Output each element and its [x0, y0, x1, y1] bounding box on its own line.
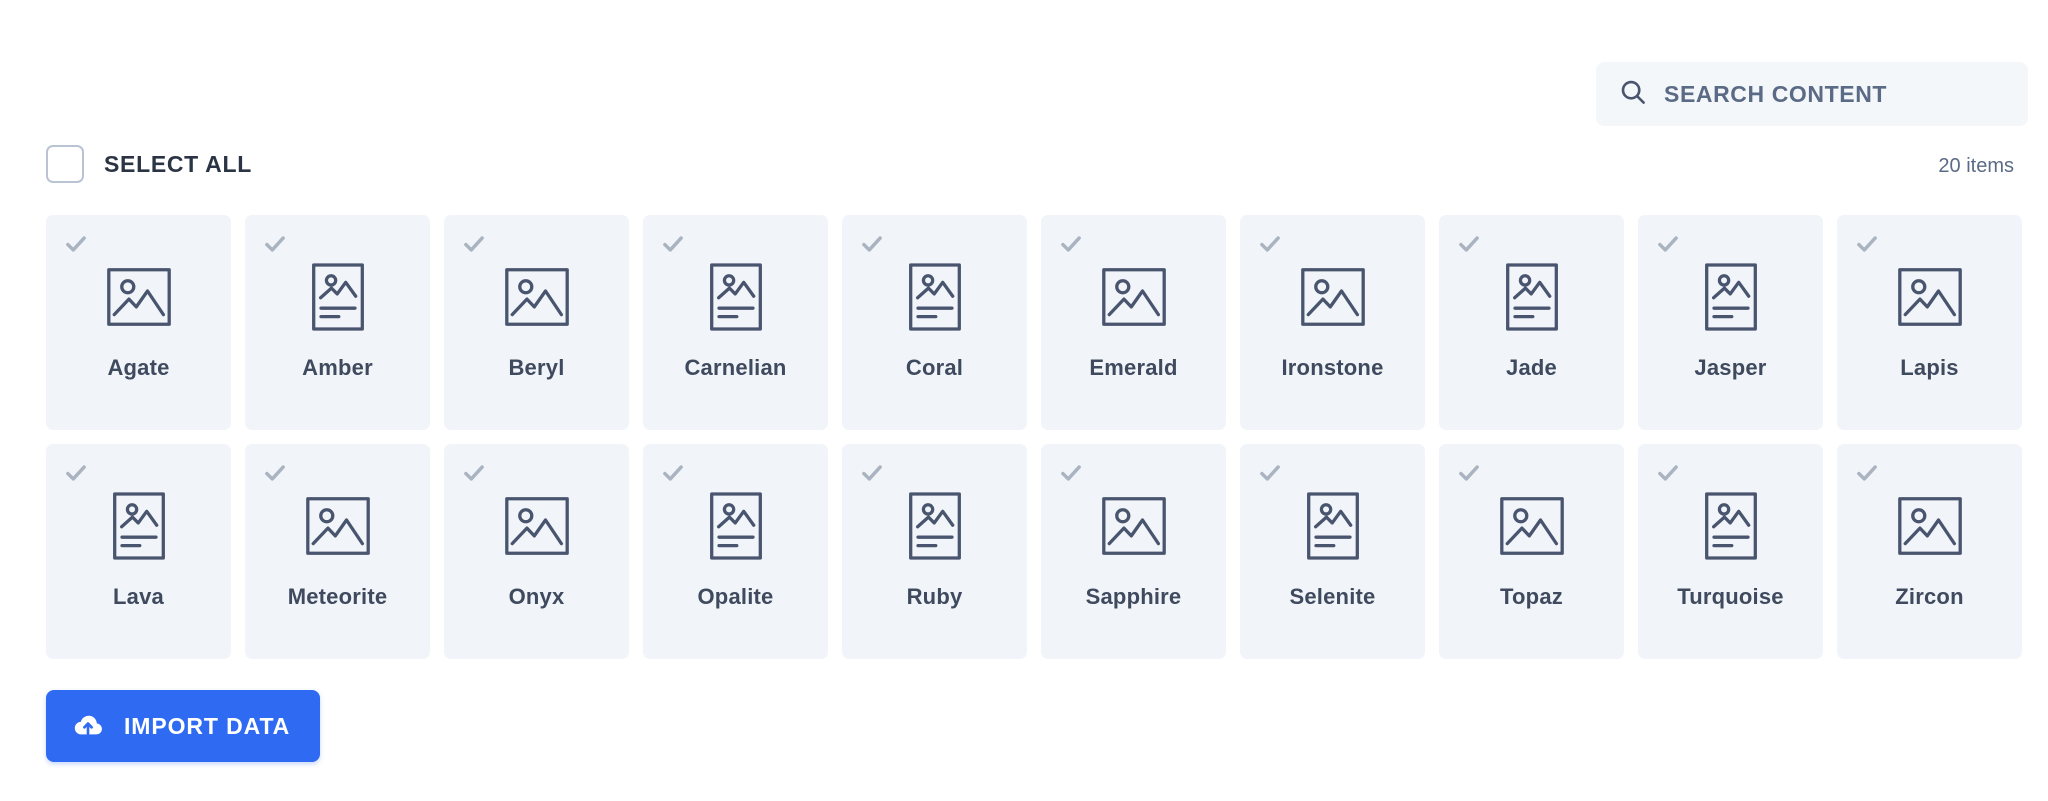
content-card-label: Meteorite [287, 584, 388, 609]
content-card-label: Turquoise [1677, 584, 1784, 609]
check-icon[interactable] [63, 460, 89, 486]
image-icon [1894, 486, 1966, 566]
check-icon[interactable] [1456, 460, 1482, 486]
content-card-label: Topaz [1500, 584, 1563, 609]
content-card[interactable]: Jasper [1638, 215, 1823, 430]
image-icon [1098, 486, 1170, 566]
content-card-label: Lava [113, 584, 164, 609]
article-icon [1297, 486, 1369, 566]
content-card-label: Amber [302, 355, 373, 380]
content-card-label: Lapis [1900, 355, 1959, 380]
content-card-label: Opalite [697, 584, 774, 609]
content-card-label: Ironstone [1281, 355, 1384, 380]
article-icon [1496, 257, 1568, 337]
content-card-label: Agate [107, 355, 170, 380]
check-icon[interactable] [1854, 460, 1880, 486]
content-card[interactable]: Opalite [643, 444, 828, 659]
content-card[interactable]: Selenite [1240, 444, 1425, 659]
check-icon[interactable] [461, 460, 487, 486]
article-icon [899, 257, 971, 337]
check-icon[interactable] [859, 460, 885, 486]
check-icon[interactable] [1257, 231, 1283, 257]
content-card[interactable]: Meteorite [245, 444, 430, 659]
content-card-label: Ruby [906, 584, 963, 609]
check-icon[interactable] [1854, 231, 1880, 257]
check-icon[interactable] [63, 231, 89, 257]
article-icon [103, 486, 175, 566]
content-card-label: Coral [905, 355, 964, 380]
content-card[interactable]: Amber [245, 215, 430, 430]
content-card-label: Jade [1506, 355, 1557, 380]
image-icon [1297, 257, 1369, 337]
content-card-label: Carnelian [684, 355, 787, 380]
content-picker-page: SEARCH CONTENT SELECT ALL 20 items Agate… [0, 0, 2048, 801]
check-icon[interactable] [1456, 231, 1482, 257]
article-icon [700, 257, 772, 337]
article-icon [302, 257, 374, 337]
content-card[interactable]: Onyx [444, 444, 629, 659]
select-all-control[interactable]: SELECT ALL [46, 145, 252, 183]
content-card-label: Onyx [508, 584, 565, 609]
content-card[interactable]: Carnelian [643, 215, 828, 430]
check-icon[interactable] [660, 460, 686, 486]
image-icon [1098, 257, 1170, 337]
content-card-label: Zircon [1895, 584, 1964, 609]
search-icon [1618, 77, 1648, 112]
image-icon [501, 486, 573, 566]
content-card[interactable]: Lapis [1837, 215, 2022, 430]
check-icon[interactable] [1655, 460, 1681, 486]
check-icon[interactable] [1257, 460, 1283, 486]
article-icon [700, 486, 772, 566]
import-data-label: IMPORT DATA [124, 712, 291, 739]
import-data-button[interactable]: IMPORT DATA [46, 690, 321, 762]
check-icon[interactable] [461, 231, 487, 257]
content-card[interactable]: Coral [842, 215, 1027, 430]
select-all-checkbox[interactable] [46, 145, 84, 183]
content-card-label: Jasper [1694, 355, 1767, 380]
cloud-upload-icon [72, 710, 104, 742]
check-icon[interactable] [1058, 231, 1084, 257]
content-card-label: Emerald [1089, 355, 1178, 380]
article-icon [899, 486, 971, 566]
search-box[interactable]: SEARCH CONTENT [1596, 62, 2028, 126]
content-card[interactable]: Ironstone [1240, 215, 1425, 430]
content-card[interactable]: Beryl [444, 215, 629, 430]
content-card-label: Sapphire [1085, 584, 1182, 609]
content-grid: Agate Amber Beryl Carnelian Coral Emerald Iron… [46, 215, 2022, 659]
article-icon [1695, 257, 1767, 337]
content-card[interactable]: Zircon [1837, 444, 2022, 659]
items-count: 20 items [1938, 155, 2014, 177]
check-icon[interactable] [262, 231, 288, 257]
image-icon [1496, 486, 1568, 566]
image-icon [103, 257, 175, 337]
image-icon [1894, 257, 1966, 337]
content-card[interactable]: Lava [46, 444, 231, 659]
content-card[interactable]: Sapphire [1041, 444, 1226, 659]
content-card[interactable]: Ruby [842, 444, 1027, 659]
article-icon [1695, 486, 1767, 566]
check-icon[interactable] [859, 231, 885, 257]
content-card-label: Beryl [508, 355, 565, 380]
content-card[interactable]: Agate [46, 215, 231, 430]
search-input[interactable]: SEARCH CONTENT [1664, 81, 1887, 108]
content-card[interactable]: Topaz [1439, 444, 1624, 659]
content-card-label: Selenite [1289, 584, 1376, 609]
image-icon [501, 257, 573, 337]
content-card[interactable]: Turquoise [1638, 444, 1823, 659]
image-icon [302, 486, 374, 566]
check-icon[interactable] [1058, 460, 1084, 486]
check-icon[interactable] [262, 460, 288, 486]
check-icon[interactable] [660, 231, 686, 257]
content-card[interactable]: Jade [1439, 215, 1624, 430]
content-card[interactable]: Emerald [1041, 215, 1226, 430]
select-all-label: SELECT ALL [104, 150, 252, 177]
check-icon[interactable] [1655, 231, 1681, 257]
